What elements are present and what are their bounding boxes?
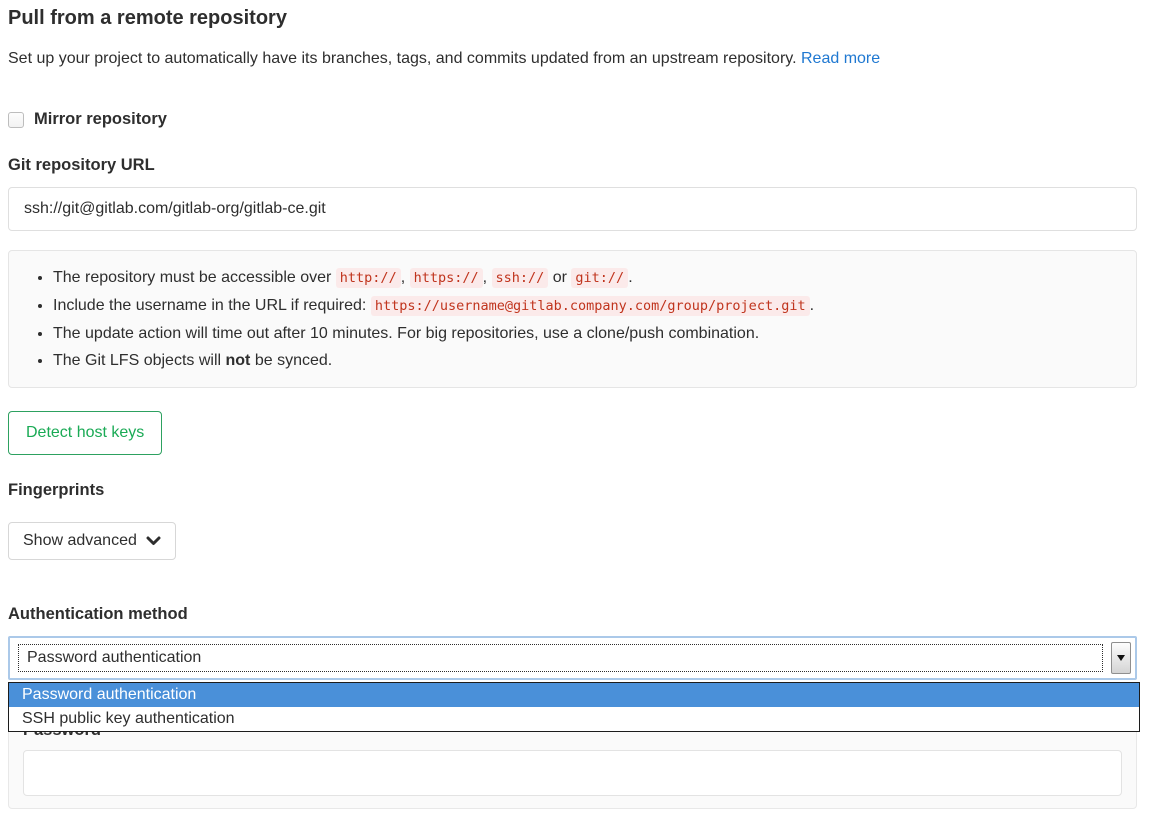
show-advanced-label: Show advanced bbox=[23, 533, 137, 549]
note-text: The update action will time out after 10… bbox=[53, 325, 759, 342]
note-text: Include the username in the URL if requi… bbox=[53, 297, 371, 314]
inline-code: https://username@gitlab.company.com/grou… bbox=[371, 296, 810, 316]
page-description: Set up your project to automatically hav… bbox=[8, 48, 1137, 70]
url-help-well: The repository must be accessible over h… bbox=[8, 250, 1137, 388]
note-text: The repository must be accessible over bbox=[53, 269, 336, 286]
inline-code: http:// bbox=[336, 268, 401, 288]
note-text: be synced. bbox=[250, 352, 332, 369]
git-url-label: Git repository URL bbox=[8, 155, 1137, 175]
mirror-repository-label: Mirror repository bbox=[34, 110, 167, 129]
mirror-repository-checkbox[interactable] bbox=[8, 112, 24, 128]
note-item: The update action will time out after 10… bbox=[53, 320, 1120, 347]
url-help-list: The repository must be accessible over h… bbox=[25, 264, 1120, 374]
git-url-group: Git repository URL bbox=[8, 155, 1137, 231]
chevron-down-icon bbox=[146, 536, 161, 546]
auth-selected-value: Password authentication bbox=[27, 649, 201, 667]
auth-selected-option: Password authentication bbox=[18, 644, 1103, 672]
dropdown-option[interactable]: Password authentication bbox=[9, 683, 1139, 707]
read-more-link[interactable]: Read more bbox=[801, 50, 880, 67]
description-text: Set up your project to automatically hav… bbox=[8, 50, 797, 67]
select-arrow-button[interactable] bbox=[1111, 642, 1131, 674]
page-title: Pull from a remote repository bbox=[8, 6, 1137, 30]
note-text: , bbox=[401, 269, 410, 286]
detect-host-keys-button[interactable]: Detect host keys bbox=[8, 411, 162, 455]
auth-method-section: Authentication method Password authentic… bbox=[8, 604, 1137, 809]
inline-code: https:// bbox=[410, 268, 483, 288]
bold-text: not bbox=[226, 352, 251, 369]
note-item: Include the username in the URL if requi… bbox=[53, 292, 1120, 320]
note-item: The Git LFS objects will not be synced. bbox=[53, 347, 1120, 374]
git-url-input[interactable] bbox=[8, 187, 1137, 231]
auth-dropdown-menu: Password authenticationSSH public key au… bbox=[8, 682, 1140, 732]
password-input[interactable] bbox=[23, 750, 1122, 796]
auth-method-select[interactable]: Password authentication bbox=[8, 636, 1137, 680]
show-advanced-button[interactable]: Show advanced bbox=[8, 522, 176, 560]
note-text: The Git LFS objects will bbox=[53, 352, 226, 369]
note-text: , bbox=[483, 269, 492, 286]
inline-code: git:// bbox=[571, 268, 628, 288]
mirror-repository-row[interactable]: Mirror repository bbox=[8, 110, 1137, 129]
inline-code: ssh:// bbox=[492, 268, 549, 288]
note-text: or bbox=[548, 269, 571, 286]
auth-method-label: Authentication method bbox=[8, 604, 1137, 624]
note-text: . bbox=[628, 269, 632, 286]
dropdown-option[interactable]: SSH public key authentication bbox=[9, 707, 1139, 731]
fingerprints-heading: Fingerprints bbox=[8, 480, 1137, 500]
caret-down-icon bbox=[1117, 655, 1125, 661]
auth-method-select-wrap: Password authentication Password authent… bbox=[8, 636, 1137, 680]
note-text: . bbox=[810, 297, 814, 314]
pull-mirror-settings-page: Pull from a remote repository Set up you… bbox=[8, 6, 1137, 809]
note-item: The repository must be accessible over h… bbox=[53, 264, 1120, 292]
